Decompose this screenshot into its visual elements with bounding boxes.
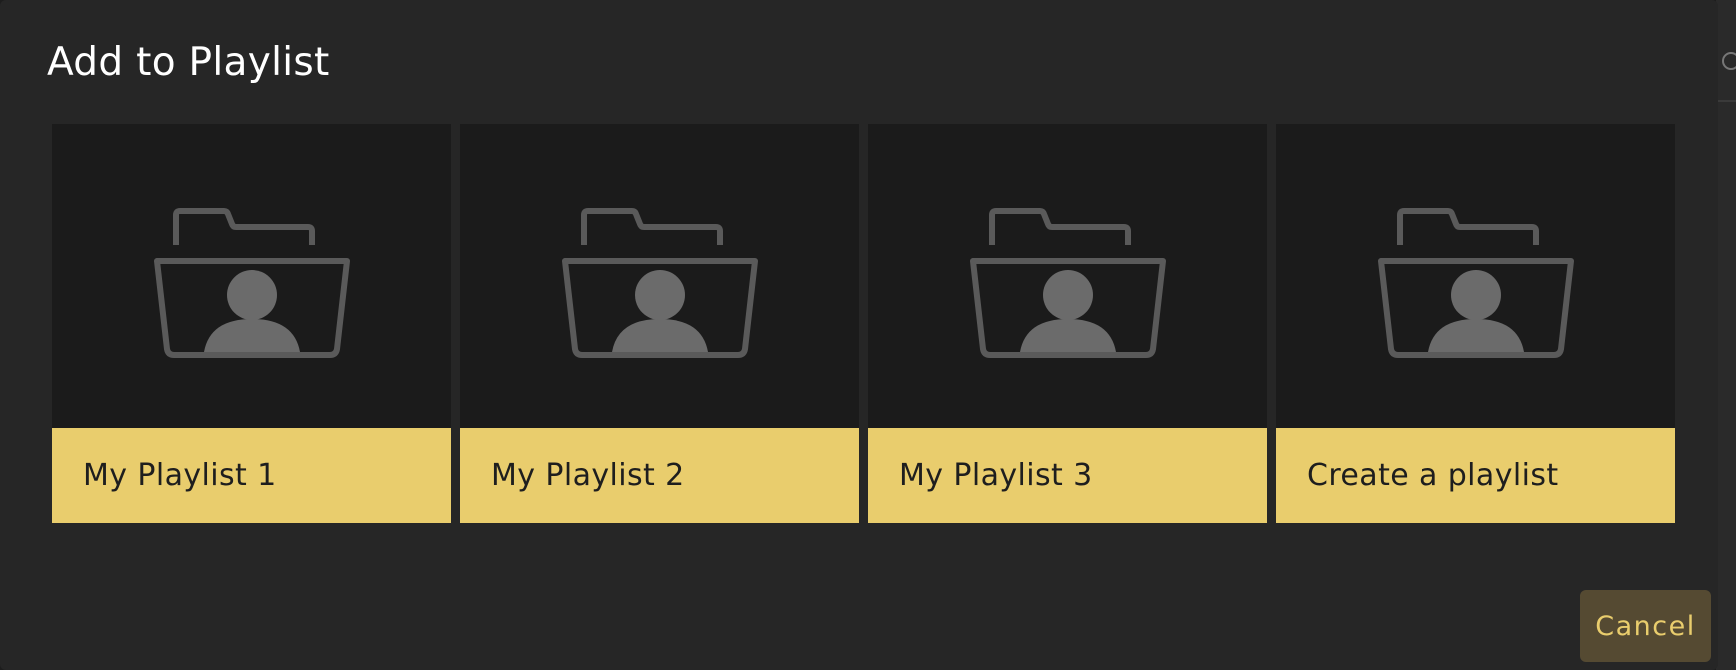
playlist-card-label: My Playlist 1: [52, 428, 451, 523]
folder-user-icon: [969, 208, 1166, 358]
playlist-thumbnail: [1276, 124, 1675, 428]
playlist-card-2[interactable]: My Playlist 2: [460, 124, 859, 523]
playlist-card-label: Create a playlist: [1276, 428, 1675, 523]
folder-user-icon: [561, 208, 758, 358]
playlist-thumbnail: [868, 124, 1267, 428]
playlist-card-list: My Playlist 1 My Playlist 2 My Playlist …: [52, 124, 1675, 523]
playlist-thumbnail: [460, 124, 859, 428]
playlist-card-1[interactable]: My Playlist 1: [52, 124, 451, 523]
create-playlist-card[interactable]: Create a playlist: [1276, 124, 1675, 523]
search-icon: [1722, 52, 1736, 70]
playlist-card-label: My Playlist 2: [460, 428, 859, 523]
playlist-card-label: My Playlist 3: [868, 428, 1267, 523]
cancel-button[interactable]: Cancel: [1580, 590, 1711, 662]
folder-user-icon: [153, 208, 350, 358]
playlist-card-3[interactable]: My Playlist 3: [868, 124, 1267, 523]
add-to-playlist-dialog: Add to Playlist My Playlist 1 My Playlis…: [0, 0, 1718, 670]
dialog-title: Add to Playlist: [47, 40, 330, 85]
folder-user-icon: [1377, 208, 1574, 358]
playlist-thumbnail: [52, 124, 451, 428]
background-page-edge: [1716, 0, 1736, 670]
background-divider: [1716, 100, 1736, 102]
